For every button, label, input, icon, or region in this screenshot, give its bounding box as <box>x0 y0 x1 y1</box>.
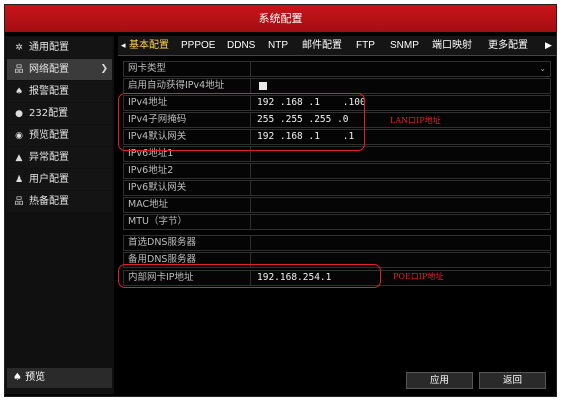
mtu-label: MTU（字节） <box>128 216 187 227</box>
poe-highlight-outline <box>118 264 381 288</box>
chevron-down-icon[interactable]: ⌄ <box>539 62 546 76</box>
tab-email[interactable]: 邮件配置 <box>302 36 342 56</box>
lan-highlight-outline <box>118 93 365 151</box>
sidebar-item-alarm[interactable]: ♠ 报警配置 <box>7 81 112 102</box>
sidebar-item-label: 热备配置 <box>29 196 69 207</box>
ipv6-address2-row: IPv6地址2 <box>123 163 551 179</box>
tab-ntp[interactable]: NTP <box>268 36 288 56</box>
tab-bar: ◂ 基本配置 PPPOE DDNS NTP 邮件配置 FTP SNMP 端口映射… <box>118 36 556 56</box>
tab-scroll-left-icon[interactable]: ◂ <box>121 36 126 56</box>
sidebar-item-label: 预览配置 <box>29 130 69 141</box>
network-icon: 品 <box>14 65 24 75</box>
column-divider <box>250 79 251 93</box>
sidebar-item-user[interactable]: ♟ 用户配置 <box>7 169 112 190</box>
tab-basic[interactable]: 基本配置 <box>129 36 169 56</box>
system-config-window: 系统配置 ✲ 通用配置 品网络配置 ❯ ♠ 报警配置 ● 232配置 ◉ 预览配置 ▲ 异常… <box>4 4 557 397</box>
sidebar-item-label: 异常配置 <box>29 152 69 163</box>
column-divider <box>250 181 251 195</box>
column-divider <box>250 198 251 212</box>
column-divider <box>250 62 251 76</box>
sidebar-item-network[interactable]: 品网络配置 ❯ <box>7 59 112 80</box>
preview-icon: ◉ <box>15 131 23 141</box>
back-button[interactable]: 返回 <box>479 372 546 389</box>
hotspare-icon: 品 <box>14 197 24 207</box>
tab-port-mapping[interactable]: 端口映射 <box>432 36 472 56</box>
user-icon: ♟ <box>14 175 24 185</box>
sidebar: ✲ 通用配置 品网络配置 ❯ ♠ 报警配置 ● 232配置 ◉ 预览配置 ▲ 异常配置 ♟ 用… <box>5 36 114 394</box>
sidebar-item-rs232[interactable]: ● 232配置 <box>7 103 112 124</box>
column-divider <box>250 215 251 229</box>
chevron-right-icon: ❯ <box>100 64 108 74</box>
sidebar-item-label: 用户配置 <box>29 174 69 185</box>
dns1-row: 首选DNS服务器 <box>123 235 551 251</box>
dhcp-label: 启用自动获得IPv4地址 <box>128 80 225 91</box>
ipv6-gateway-row: IPv6默认网关 <box>123 180 551 196</box>
sidebar-item-general[interactable]: ✲ 通用配置 <box>7 37 112 58</box>
gear-icon: ✲ <box>15 43 23 53</box>
column-divider <box>250 164 251 178</box>
alarm-icon: ♠ <box>14 87 24 97</box>
tab-ddns[interactable]: DDNS <box>227 36 255 56</box>
tab-scroll-right-icon[interactable]: ▶ <box>545 36 552 56</box>
preview-button-label: 预览 <box>25 372 46 383</box>
warning-icon: ▲ <box>15 153 23 163</box>
rs232-icon: ● <box>15 109 23 119</box>
mtu-row: MTU（字节） <box>123 214 551 230</box>
sidebar-item-label: 通用配置 <box>29 42 69 53</box>
tab-snmp[interactable]: SNMP <box>390 36 419 56</box>
column-divider <box>250 236 251 250</box>
dhcp-row: 启用自动获得IPv4地址 <box>123 78 551 94</box>
lan-annotation-label: LAN口IP地址 <box>390 116 441 125</box>
sidebar-item-label: 232配置 <box>29 108 69 119</box>
mac-row: MAC地址 <box>123 197 551 213</box>
dhcp-checkbox[interactable] <box>259 82 267 90</box>
ipv6-address2-label: IPv6地址2 <box>128 165 174 176</box>
preview-button[interactable]: ♠ 预览 <box>7 368 112 388</box>
nic-type-row[interactable]: 网卡类型 ⌄ <box>123 61 551 77</box>
tab-ftp[interactable]: FTP <box>356 36 375 56</box>
tab-more[interactable]: 更多配置 <box>488 36 528 56</box>
nic-type-label: 网卡类型 <box>128 63 167 74</box>
sidebar-item-preview[interactable]: ◉ 预览配置 <box>7 125 112 146</box>
poe-annotation-label: POE口IP地址 <box>393 272 444 281</box>
home-icon: ♠ <box>13 372 22 383</box>
sidebar-item-exception[interactable]: ▲ 异常配置 <box>7 147 112 168</box>
ipv6-gateway-label: IPv6默认网关 <box>128 182 187 193</box>
apply-button[interactable]: 应用 <box>406 372 473 389</box>
sidebar-item-label: 网络配置 <box>29 64 69 75</box>
sidebar-item-hotspare[interactable]: 品热备配置 <box>7 191 112 212</box>
window-title: 系统配置 <box>5 5 556 32</box>
tab-pppoe[interactable]: PPPOE <box>181 36 215 56</box>
dns1-label: 首选DNS服务器 <box>128 237 196 248</box>
sidebar-item-label: 报警配置 <box>29 86 69 97</box>
mac-label: MAC地址 <box>128 199 169 210</box>
